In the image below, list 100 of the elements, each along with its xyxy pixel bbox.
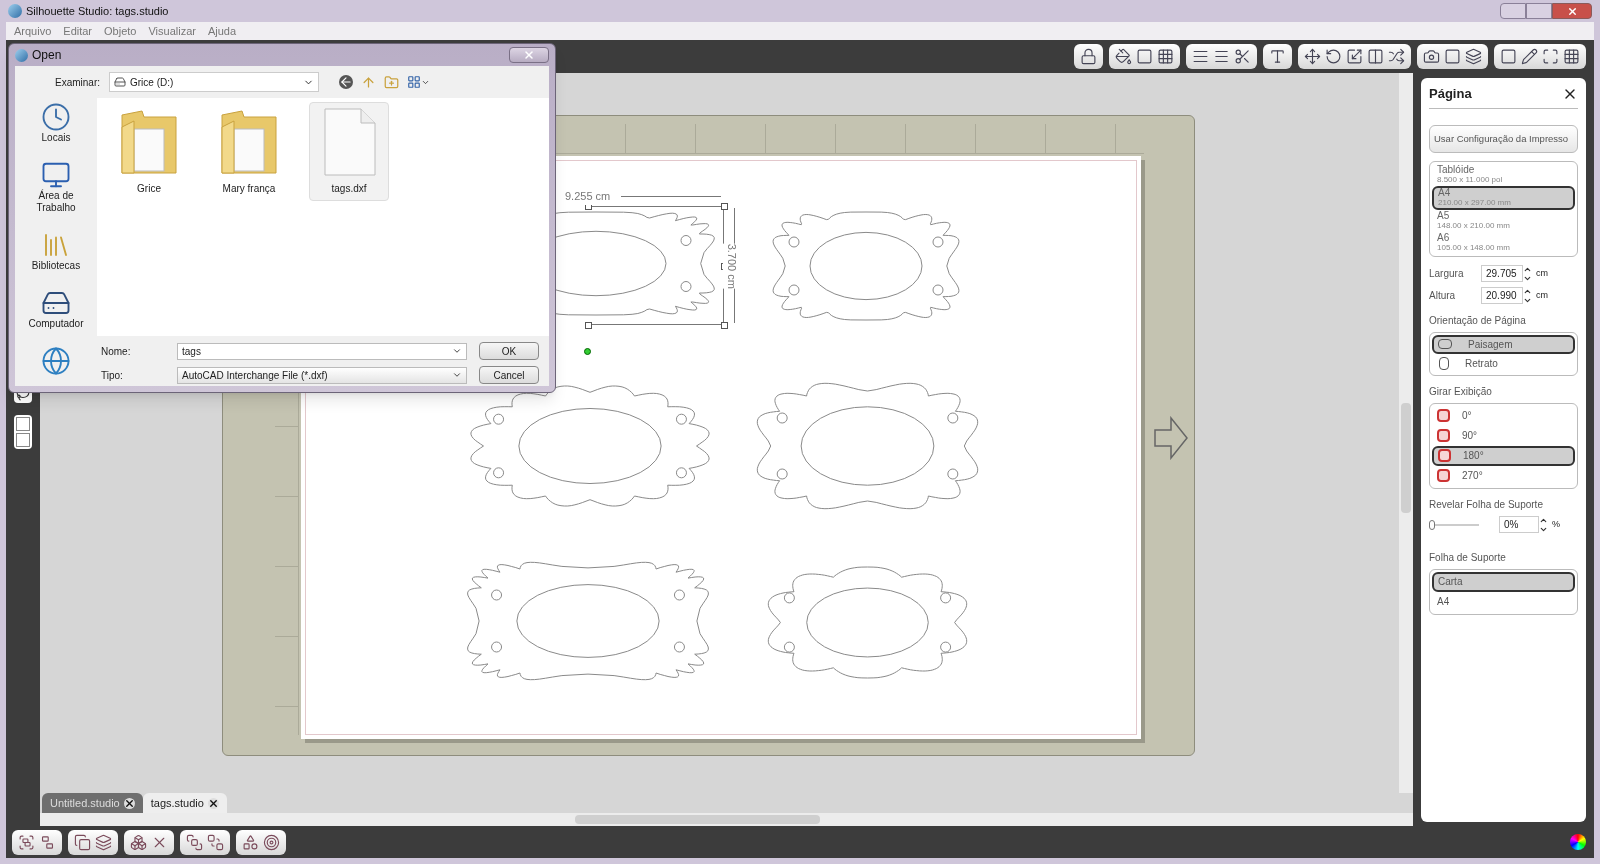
orientation-option[interactable]: Paisagem xyxy=(1432,334,1575,354)
ungroup-icon[interactable] xyxy=(39,833,56,851)
rotation-option[interactable]: 270° xyxy=(1432,465,1575,486)
dimension-field[interactable]: 20.990 xyxy=(1481,287,1523,305)
camera-icon[interactable] xyxy=(1423,48,1440,65)
place-item[interactable]: Área de Trabalho xyxy=(21,160,91,214)
move-icon[interactable] xyxy=(1304,48,1321,65)
view-menu-button[interactable] xyxy=(407,75,430,89)
rotation-option[interactable]: 180° xyxy=(1432,445,1575,466)
send-back-icon[interactable] xyxy=(207,833,224,851)
dialog-button[interactable]: OK xyxy=(479,342,539,360)
file-type-dropdown[interactable]: AutoCAD Interchange File (*.dxf) xyxy=(177,366,467,384)
place-item[interactable]: Computador xyxy=(21,288,91,330)
lines-icon[interactable] xyxy=(1192,48,1209,65)
page-size-name: Tablóide xyxy=(1437,164,1476,175)
page-size-option[interactable]: Tablóide 8.500 x 11.000 pol xyxy=(1432,163,1575,186)
caret-icon xyxy=(452,346,462,356)
panel-title: Página xyxy=(1429,85,1472,103)
clock-icon xyxy=(41,102,71,132)
field-label: Nome: xyxy=(101,344,132,359)
file-name: Mary frança xyxy=(222,182,276,196)
rotation-option[interactable]: 90° xyxy=(1432,425,1575,446)
unit-label: cm xyxy=(1536,289,1548,302)
backing-option[interactable]: A4 xyxy=(1432,591,1575,612)
scissors-icon[interactable] xyxy=(1234,48,1251,65)
menu-item[interactable]: Arquivo xyxy=(14,22,52,40)
close-button[interactable] xyxy=(1552,3,1592,19)
rotate-handle[interactable] xyxy=(584,348,591,355)
rotation-icon xyxy=(1437,409,1450,423)
place-item[interactable]: Bibliotecas xyxy=(21,230,91,272)
look-in-dropdown[interactable]: Grice (D:) xyxy=(109,72,319,92)
close-button[interactable] xyxy=(509,47,549,63)
square-icon[interactable] xyxy=(1500,48,1517,65)
view-icon xyxy=(407,75,421,89)
back-icon[interactable] xyxy=(339,75,353,89)
selection-handle[interactable] xyxy=(721,322,728,329)
document-tab[interactable]: Untitled.studio xyxy=(42,793,143,813)
square-icon[interactable] xyxy=(1444,48,1461,65)
target-icon[interactable] xyxy=(263,833,280,851)
text-icon[interactable] xyxy=(1269,48,1286,65)
place-item[interactable]: Locais xyxy=(21,102,91,144)
scale-icon[interactable] xyxy=(1346,48,1363,65)
close-icon xyxy=(523,49,535,61)
rotate-icon[interactable] xyxy=(1325,48,1342,65)
paint-bucket-icon[interactable] xyxy=(1115,48,1132,65)
dialog-button[interactable]: Cancel xyxy=(479,366,539,384)
menu-item[interactable]: Ajuda xyxy=(207,22,237,40)
section-heading: Folha de Suporte xyxy=(1429,550,1507,565)
lock-icon[interactable] xyxy=(1080,48,1097,65)
file-name-field[interactable]: tags xyxy=(177,342,467,360)
document-tab[interactable]: tags.studio xyxy=(142,793,227,813)
expand-icon[interactable] xyxy=(1542,48,1559,65)
orientation-option[interactable]: Retrato xyxy=(1432,353,1575,373)
slider-thumb[interactable] xyxy=(1429,519,1435,530)
printer-settings-button[interactable]: Usar Configuração da Impresso xyxy=(1429,124,1578,153)
layout-toggle[interactable] xyxy=(14,415,32,449)
shuffle-icon[interactable] xyxy=(1388,48,1405,65)
unit-label: % xyxy=(1552,518,1560,531)
dimension-field[interactable]: 29.705 xyxy=(1481,265,1523,283)
page-size-name: A6 xyxy=(1437,232,1451,243)
color-wheel-icon[interactable] xyxy=(1570,834,1586,850)
shapes-icon[interactable] xyxy=(242,833,259,851)
rotation-option[interactable]: 0° xyxy=(1432,405,1575,426)
square-icon[interactable] xyxy=(1136,48,1153,65)
backing-option[interactable]: Carta xyxy=(1432,571,1575,592)
group-icon[interactable] xyxy=(18,833,35,851)
page-size-dimensions: 8.500 x 11.000 pol xyxy=(1437,174,1504,185)
menu-item[interactable]: Editar xyxy=(63,22,93,40)
grid-icon[interactable] xyxy=(1157,48,1174,65)
grid-icon[interactable] xyxy=(1563,48,1580,65)
menu-item[interactable]: Visualizar xyxy=(148,22,196,40)
horizontal-scrollbar[interactable] xyxy=(40,813,1413,826)
layers-icon[interactable] xyxy=(1465,48,1482,65)
bring-front-icon[interactable] xyxy=(186,833,203,851)
close-icon[interactable] xyxy=(207,797,219,809)
field-label: Tipo: xyxy=(101,368,124,383)
place-item[interactable] xyxy=(41,346,71,376)
send-arrow-icon[interactable] xyxy=(1153,416,1189,460)
option-label: Retrato xyxy=(1465,356,1498,371)
pencil-icon[interactable] xyxy=(1521,48,1538,65)
boxes-icon[interactable] xyxy=(130,833,147,851)
lines-icon[interactable] xyxy=(1213,48,1230,65)
copy-icon[interactable] xyxy=(74,833,91,851)
page-size-option[interactable]: A6 105.00 x 148.00 mm xyxy=(1432,231,1575,254)
file-item[interactable]: tags.dxf xyxy=(309,102,389,201)
selection-handle[interactable] xyxy=(585,322,592,329)
selection-handle[interactable] xyxy=(721,203,728,210)
columns-icon[interactable] xyxy=(1367,48,1384,65)
maximize-button[interactable] xyxy=(1526,3,1552,19)
file-item[interactable]: Mary frança xyxy=(209,102,289,201)
page-size-option[interactable]: A5 148.00 x 210.00 mm xyxy=(1432,209,1575,232)
file-item[interactable]: Grice xyxy=(109,102,189,201)
layers-icon[interactable] xyxy=(95,833,112,851)
vertical-scrollbar[interactable] xyxy=(1399,73,1413,793)
option-label: 0° xyxy=(1462,409,1472,424)
percent-field[interactable]: 0% xyxy=(1499,516,1539,534)
close-icon[interactable] xyxy=(123,797,135,809)
minimize-button[interactable] xyxy=(1500,3,1526,19)
menu-item[interactable]: Objeto xyxy=(104,22,137,40)
file-name: Grice xyxy=(137,182,161,196)
